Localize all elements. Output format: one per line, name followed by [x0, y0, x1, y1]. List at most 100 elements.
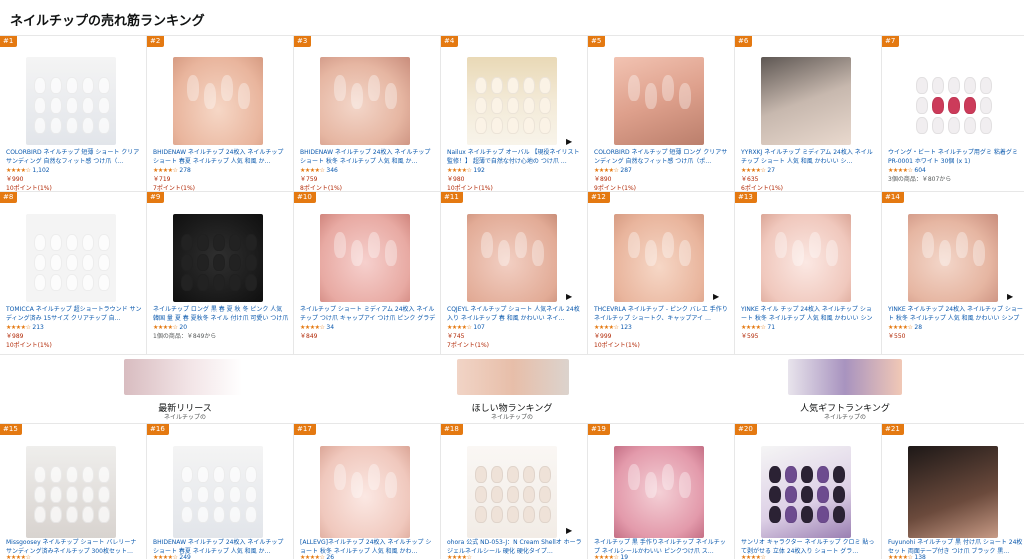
product-image[interactable]: [320, 57, 410, 145]
product-card[interactable]: #2 BHIDENAW ネイルチップ 24枚入 ネイルチップ ショート 春夏 ネイ…: [147, 35, 294, 191]
review-count[interactable]: 213: [32, 324, 43, 331]
product-card[interactable]: #18 ▶ ohora 公式 ND-053-J：N Cream Shellオ ホーラ…: [441, 423, 588, 559]
product-image[interactable]: [26, 57, 116, 145]
review-count[interactable]: 287: [620, 167, 631, 174]
product-title-link[interactable]: COLORBIRD ネイルチップ 短薄 ショート クリアサンディング 自然なフィ…: [6, 148, 142, 166]
rating[interactable]: ★★★★☆: [741, 554, 766, 559]
review-count[interactable]: 71: [767, 324, 775, 331]
rating[interactable]: ★★★★☆ 20: [153, 324, 187, 332]
product-title-link[interactable]: CQJEYL ネイルチップ ショート 人気ネイル 24枚入り ネイルチップ 春 …: [447, 305, 583, 323]
promo-image[interactable]: [457, 359, 569, 395]
product-card[interactable]: #9 ネイルチップ ロング 黒 春 夏 秋 冬 ピンク 人気 韓国 量 夏 春 夏…: [147, 191, 294, 354]
product-image[interactable]: [320, 446, 410, 538]
promo-wishlist-ranking[interactable]: ほしい物ランキング ネイルチップの: [447, 359, 577, 421]
review-count[interactable]: 138: [914, 554, 925, 559]
review-count[interactable]: 26: [326, 554, 334, 559]
rating[interactable]: ★★★★☆ 192: [447, 167, 485, 175]
product-image[interactable]: [173, 446, 263, 538]
product-title-link[interactable]: BHIDENAW ネイルチップ 24枚入 ネイルチップ ショート 秋冬 ネイルチ…: [300, 148, 436, 166]
rating[interactable]: ★★★★☆: [6, 554, 31, 559]
rating[interactable]: ★★★★☆ 26: [300, 554, 334, 559]
product-image[interactable]: [908, 57, 998, 145]
play-video-icon[interactable]: ▶: [1007, 293, 1013, 301]
product-card[interactable]: #17 [ALLEVG]ネイルチップ 24枚入 ネイルチップ ショート 秋冬 ネイ…: [294, 423, 441, 559]
product-title-link[interactable]: ネイルチップ ロング 黒 春 夏 秋 冬 ピンク 人気 韓国 量 夏 春 夏秋冬…: [153, 305, 289, 323]
rating[interactable]: ★★★★☆ 213: [6, 324, 44, 332]
product-image[interactable]: [26, 214, 116, 302]
product-card[interactable]: #19 ネイルチップ 黒 手作りネイルチップ ネイルチップ ネイルシールかわいい …: [588, 423, 735, 559]
product-title-link[interactable]: ネイルチップ ショート ミディアム 24枚入 ネイル チップ つけ爪 キャップア…: [300, 305, 436, 323]
product-card[interactable]: #21 Fuyunohi ネイルチップ 黒 付け爪 ショート 24枚セット 両面テ…: [882, 423, 1024, 559]
review-count[interactable]: 278: [179, 167, 190, 174]
review-count[interactable]: 249: [179, 554, 190, 559]
rating[interactable]: ★★★★☆ 346: [300, 167, 338, 175]
review-count[interactable]: 123: [620, 324, 631, 331]
product-card[interactable]: #14 ▶ YINKE ネイルチップ 24枚入 ネイルチップ ショート 秋冬 ネイル…: [882, 191, 1024, 354]
product-card[interactable]: #16 BHIDENAW ネイルチップ 24枚入 ネイルチップ ショート 春夏 ネ…: [147, 423, 294, 559]
rating[interactable]: ★★★★☆ 34: [300, 324, 334, 332]
rating[interactable]: ★★★★☆ 107: [447, 324, 485, 332]
product-card[interactable]: #7 ウイング・ビート ネイルチップ用グミ 粘着グミ PR-0001 ホワイト 3…: [882, 35, 1024, 191]
promo-gift-ranking[interactable]: 人気ギフトランキング ネイルチップの: [780, 359, 910, 421]
product-image[interactable]: [320, 214, 410, 302]
product-image[interactable]: [614, 214, 704, 302]
rating[interactable]: ★★★★☆ 249: [153, 554, 191, 559]
review-count[interactable]: 19: [620, 554, 628, 559]
review-count[interactable]: 346: [326, 167, 337, 174]
review-count[interactable]: 27: [767, 167, 775, 174]
product-card[interactable]: #4 ▶ Nailux ネイルチップ オーバル 【現役ネイリスト監修！】 超薄で自然…: [441, 35, 588, 191]
product-title-link[interactable]: THCEVRLA ネイルチップ - ピンク バレエ 手作りネイルチップ ショート…: [594, 305, 730, 323]
play-video-icon[interactable]: ▶: [566, 293, 572, 301]
product-image[interactable]: [467, 57, 557, 145]
rating[interactable]: ★★★★☆ 19: [594, 554, 628, 559]
product-card[interactable]: #12 ▶ THCEVRLA ネイルチップ - ピンク バレエ 手作りネイルチップ …: [588, 191, 735, 354]
product-image[interactable]: [173, 57, 263, 145]
product-card[interactable]: #6 YYRXKJ ネイルチップ ミディアム 24枚入 ネイルチップ ショート 人…: [735, 35, 882, 191]
product-image[interactable]: [173, 214, 263, 302]
product-image[interactable]: [467, 446, 557, 538]
rating[interactable]: ★★★★☆ 287: [594, 167, 632, 175]
product-image[interactable]: [908, 446, 998, 538]
review-count[interactable]: 1,102: [32, 167, 49, 174]
promo-image[interactable]: [788, 359, 902, 395]
product-image[interactable]: [908, 214, 998, 302]
rating[interactable]: ★★★★☆ 28: [888, 324, 922, 332]
rating[interactable]: ★★★★☆ 123: [594, 324, 632, 332]
product-card[interactable]: #3 BHIDENAW ネイルチップ 24枚入 ネイルチップ ショート 秋冬 ネイ…: [294, 35, 441, 191]
review-count[interactable]: 604: [914, 167, 925, 174]
product-image[interactable]: [761, 446, 851, 538]
rating[interactable]: ★★★★☆: [447, 554, 472, 559]
review-count[interactable]: 192: [473, 167, 484, 174]
play-video-icon[interactable]: ▶: [566, 138, 572, 146]
product-image[interactable]: [761, 214, 851, 302]
review-count[interactable]: 34: [326, 324, 334, 331]
product-card[interactable]: #20 サンリオ キャラクター ネイルチップ クロミ 貼って剥がせる 立体 24枚…: [735, 423, 882, 559]
product-card[interactable]: #1 COLORBIRD ネイルチップ 短薄 ショート クリアサンディング 自然な…: [0, 35, 147, 191]
product-title-link[interactable]: COLORBIRD ネイルチップ 短薄 ロング クリアサンディング 自然なフィッ…: [594, 148, 730, 166]
rating[interactable]: ★★★★☆ 27: [741, 167, 775, 175]
product-title-link[interactable]: BHIDENAW ネイルチップ 24枚入 ネイルチップ ショート 春夏 ネイルチ…: [153, 148, 289, 166]
product-image[interactable]: [26, 446, 116, 538]
product-image[interactable]: [761, 57, 851, 145]
product-card[interactable]: #13 YINKE ネイル チップ 24枚入 ネイルチップ ショート 秋冬 ネイル…: [735, 191, 882, 354]
play-video-icon[interactable]: ▶: [713, 293, 719, 301]
product-title-link[interactable]: TOMICCA ネイルチップ 超ショートラウンド サンディング済み 15サイズ …: [6, 305, 142, 323]
rating[interactable]: ★★★★☆ 71: [741, 324, 775, 332]
product-image[interactable]: [614, 57, 704, 145]
product-card[interactable]: #8 TOMICCA ネイルチップ 超ショートラウンド サンディング済み 15サイ…: [0, 191, 147, 354]
product-card[interactable]: #5 COLORBIRD ネイルチップ 短薄 ロング クリアサンディング 自然なフ…: [588, 35, 735, 191]
product-title-link[interactable]: Nailux ネイルチップ オーバル 【現役ネイリスト監修！】 超薄で自然な付け…: [447, 148, 583, 166]
rating[interactable]: ★★★★☆ 278: [153, 167, 191, 175]
review-count[interactable]: 107: [473, 324, 484, 331]
product-title-link[interactable]: YINKE ネイルチップ 24枚入 ネイルチップ ショート 秋冬 ネイルチップ …: [888, 305, 1024, 323]
product-title-link[interactable]: YYRXKJ ネイルチップ ミディアム 24枚入 ネイルチップ ショート 人気 …: [741, 148, 877, 166]
product-image[interactable]: [614, 446, 704, 538]
promo-image[interactable]: [124, 359, 242, 395]
review-count[interactable]: 20: [179, 324, 187, 331]
product-card[interactable]: #10 ネイルチップ ショート ミディアム 24枚入 ネイル チップ つけ爪 キャ…: [294, 191, 441, 354]
promo-new-releases[interactable]: 最新リリース ネイルチップの: [120, 359, 250, 421]
rating[interactable]: ★★★★☆ 1,102: [6, 167, 50, 175]
product-title-link[interactable]: ウイング・ビート ネイルチップ用グミ 粘着グミ PR-0001 ホワイト 30個…: [888, 148, 1024, 166]
rating[interactable]: ★★★★☆ 604: [888, 167, 926, 175]
product-card[interactable]: #15 Missgoosey ネイルチップ ショート バレリーナ サンディング済み…: [0, 423, 147, 559]
